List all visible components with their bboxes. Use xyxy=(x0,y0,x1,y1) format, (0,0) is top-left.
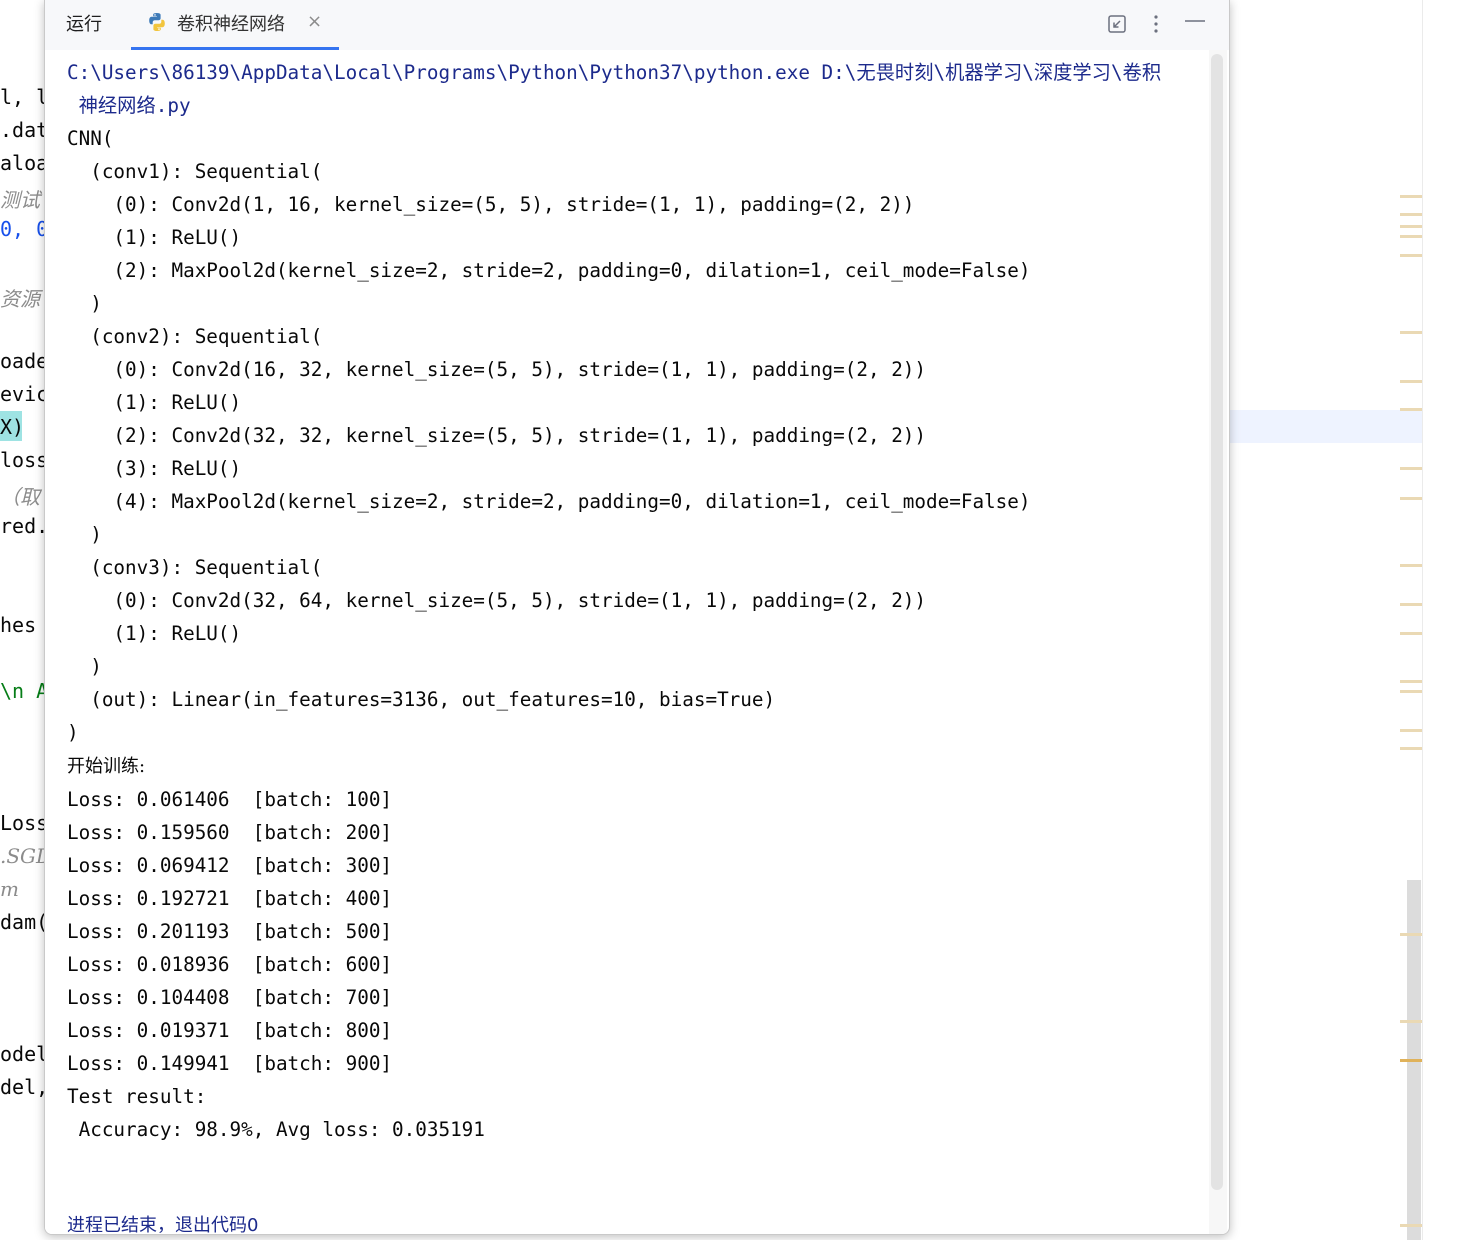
stripe-mark[interactable] xyxy=(1400,680,1422,683)
stripe-mark[interactable] xyxy=(1400,1020,1422,1023)
editor-comment-line: 测试 xyxy=(0,188,40,212)
editor-line: oade xyxy=(0,349,49,373)
editor-line: Loss xyxy=(0,811,49,835)
command-line: C:\Users\86139\AppData\Local\Programs\Py… xyxy=(67,61,1162,117)
run-tab-label: 卷积神经网络 xyxy=(177,14,285,35)
stripe-mark[interactable] xyxy=(1400,213,1422,216)
console-text: C:\Users\86139\AppData\Local\Programs\Py… xyxy=(67,56,1161,1146)
editor-line: \n A xyxy=(0,679,49,703)
run-window-title: 运行 xyxy=(66,14,102,35)
editor-comment-line: m xyxy=(0,877,19,901)
run-tool-window: 运行 卷积神经网络 × C:\Users\86139\AppData\Local… xyxy=(44,0,1230,1235)
editor-line: odel xyxy=(0,1042,49,1066)
python-icon xyxy=(149,13,165,31)
stripe-mark[interactable] xyxy=(1400,1059,1422,1062)
loss-log: Loss: 0.061406 [batch: 100] Loss: 0.1595… xyxy=(67,788,393,1075)
test-result: Test result: Accuracy: 98.9%, Avg loss: … xyxy=(67,1085,485,1141)
editor-line: dam( xyxy=(0,910,49,934)
stripe-mark[interactable] xyxy=(1400,933,1422,936)
process-exit-message: 进程已结束，退出代码0 xyxy=(67,1215,259,1235)
close-icon[interactable]: × xyxy=(307,11,322,32)
stripe-mark[interactable] xyxy=(1400,747,1422,750)
restore-icon[interactable] xyxy=(1103,10,1131,38)
console-output[interactable]: C:\Users\86139\AppData\Local\Programs\Py… xyxy=(45,50,1209,1234)
editor-line: .dat xyxy=(0,118,49,142)
editor-line: loss xyxy=(0,448,49,472)
stripe-mark[interactable] xyxy=(1400,1224,1422,1227)
stripe-mark[interactable] xyxy=(1400,729,1422,732)
editor-line: 0, 0 xyxy=(0,217,49,241)
stripe-mark[interactable] xyxy=(1400,632,1422,635)
editor-line: X) xyxy=(0,415,25,439)
stripe-mark[interactable] xyxy=(1400,564,1422,567)
stripe-mark[interactable] xyxy=(1400,331,1422,334)
minimize-icon[interactable] xyxy=(1181,10,1209,38)
more-vertical-icon[interactable] xyxy=(1142,10,1170,38)
editor-line: red. xyxy=(0,514,49,538)
stripe-mark[interactable] xyxy=(1400,380,1422,383)
train-header: 开始训练: xyxy=(67,756,146,777)
model-summary: CNN( (conv1): Sequential( (0): Conv2d(1,… xyxy=(67,127,1031,744)
editor-error-stripe[interactable] xyxy=(1422,0,1482,1240)
editor-line: del, xyxy=(0,1075,49,1099)
stripe-mark[interactable] xyxy=(1400,408,1422,411)
stripe-mark[interactable] xyxy=(1400,195,1422,198)
stripe-mark[interactable] xyxy=(1400,603,1422,606)
run-window-header: 运行 卷积神经网络 × xyxy=(45,0,1229,50)
editor-line: evic xyxy=(0,382,49,406)
editor-comment-line: （取 xyxy=(0,485,40,509)
editor-comment-line: 资源 xyxy=(0,287,40,311)
editor-line: aloa xyxy=(0,151,49,175)
stripe-mark[interactable] xyxy=(1400,254,1422,257)
stripe-mark[interactable] xyxy=(1400,467,1422,470)
editor-line: hes xyxy=(0,613,37,637)
stripe-mark[interactable] xyxy=(1400,497,1422,500)
stripe-mark[interactable] xyxy=(1400,235,1422,238)
editor-line: l, l xyxy=(0,85,49,109)
stripe-mark[interactable] xyxy=(1400,690,1422,693)
stripe-mark[interactable] xyxy=(1400,225,1422,228)
run-tab[interactable]: 卷积神经网络 × xyxy=(131,0,339,50)
console-scrollbar[interactable] xyxy=(1209,50,1227,1234)
console-scrollbar-thumb[interactable] xyxy=(1211,54,1223,1190)
